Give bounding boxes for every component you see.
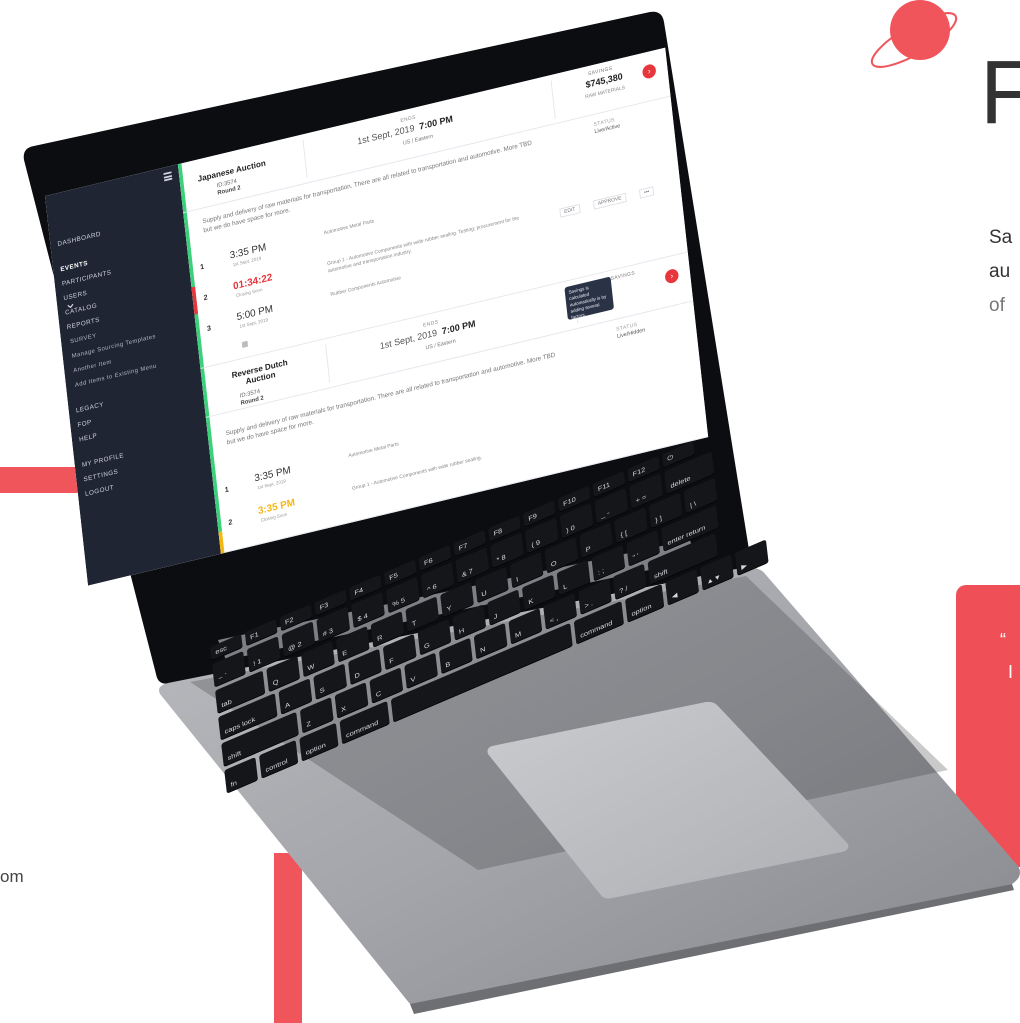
divider [550,80,556,119]
round-number: 2 [227,517,233,527]
ends-time: 7:00 PM [441,319,477,338]
chevron-down-icon[interactable]: ⌄ [63,293,77,314]
arrow-right-icon[interactable]: ▶ [734,539,769,577]
round-number: 1 [199,262,205,272]
event-title[interactable]: Japanese Auction [197,155,278,183]
hamburger-menu-icon[interactable] [163,171,173,182]
divider [302,139,308,179]
more-options-icon[interactable]: ••• [639,186,655,199]
round-number: 3 [206,323,212,333]
round-number: 1 [224,485,230,495]
timezone: US / Eastern [402,133,434,147]
ends-time: 7:00 PM [418,114,454,133]
sidebar-nav: DASHBOARD EVENTS PARTICIPANTS USERS CATA… [57,217,172,502]
approve-button[interactable]: APPROVE [593,192,627,210]
round-number: 2 [203,292,208,303]
open-event-button[interactable]: › [664,267,680,285]
event-title[interactable]: Reverse Dutch Auction [228,357,292,390]
calendar-icon[interactable]: ▦ [241,339,249,349]
open-event-button[interactable]: › [641,63,657,80]
divider [325,344,331,383]
timezone: US / Eastern [425,338,457,352]
savings-label: SAVINGS [610,270,636,282]
edit-button[interactable]: EDIT [559,203,581,218]
